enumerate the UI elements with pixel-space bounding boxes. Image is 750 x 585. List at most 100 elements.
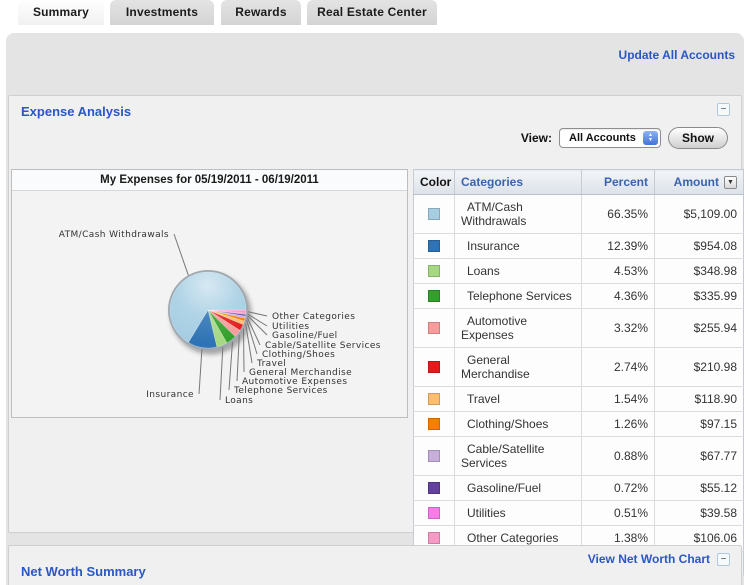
category-cell: Cable/Satellite Services — [455, 437, 582, 476]
column-header-amount[interactable]: Amount ▼ — [655, 170, 744, 195]
category-cell: Gasoline/Fuel — [455, 476, 582, 501]
color-cell — [414, 437, 455, 476]
color-cell — [414, 309, 455, 348]
amount-cell: $210.98 — [655, 348, 744, 387]
color-cell — [414, 284, 455, 309]
pie-slice-label: Telephone Services — [233, 386, 328, 396]
category-color-swatch — [428, 532, 440, 544]
pie-slice-label: General Merchandise — [249, 368, 352, 378]
category-color-swatch — [428, 240, 440, 252]
table-row: Gasoline/Fuel0.72%$55.12 — [414, 476, 744, 501]
category-color-swatch — [428, 290, 440, 302]
category-color-swatch — [428, 208, 440, 220]
view-net-worth-chart-link[interactable]: View Net Worth Chart — [588, 552, 710, 566]
pie-chart: ATM/Cash WithdrawalsInsuranceLoansTeleph… — [12, 191, 407, 417]
category-color-swatch — [428, 482, 440, 494]
pie-callout-line — [246, 324, 252, 363]
percent-cell: 0.88% — [582, 437, 655, 476]
table-row: Travel1.54%$118.90 — [414, 387, 744, 412]
accounts-select[interactable]: All Accounts ▲▼ — [559, 128, 661, 148]
pie-callout-line — [174, 234, 188, 275]
collapse-networth-icon[interactable]: − — [717, 553, 730, 566]
color-cell — [414, 476, 455, 501]
net-worth-section: Net Worth Summary View Net Worth Chart − — [8, 545, 742, 585]
color-cell — [414, 195, 455, 234]
amount-cell: $255.94 — [655, 309, 744, 348]
column-header-categories[interactable]: Categories — [455, 170, 582, 195]
pie-chart-title: My Expenses for 05/19/2011 - 06/19/2011 — [12, 170, 407, 191]
expense-table: Color Categories Percent Amount ▼ ATM/Ca… — [413, 169, 744, 576]
table-row: General Merchandise2.74%$210.98 — [414, 348, 744, 387]
tab-rewards[interactable]: Rewards — [221, 0, 301, 25]
category-cell: Loans — [455, 259, 582, 284]
table-row: Utilities0.51%$39.58 — [414, 501, 744, 526]
pie-slice-label: Gasoline/Fuel — [272, 331, 338, 341]
page: Summary Investments Rewards Real Estate … — [0, 0, 750, 585]
category-color-swatch — [428, 265, 440, 277]
table-row: Loans4.53%$348.98 — [414, 259, 744, 284]
amount-cell: $335.99 — [655, 284, 744, 309]
amount-cell: $348.98 — [655, 259, 744, 284]
expense-analysis-title: Expense Analysis — [21, 104, 131, 119]
pie-slice-label: Travel — [256, 359, 286, 369]
tab-real-estate-center[interactable]: Real Estate Center — [307, 0, 437, 25]
category-color-swatch — [428, 450, 440, 462]
percent-cell: 12.39% — [582, 234, 655, 259]
percent-cell: 66.35% — [582, 195, 655, 234]
amount-cell: $97.15 — [655, 412, 744, 437]
percent-cell: 3.32% — [582, 309, 655, 348]
category-color-swatch — [428, 418, 440, 430]
color-cell — [414, 259, 455, 284]
category-cell: General Merchandise — [455, 348, 582, 387]
percent-cell: 4.53% — [582, 259, 655, 284]
net-worth-title: Net Worth Summary — [21, 564, 146, 579]
color-cell — [414, 501, 455, 526]
view-controls: View: All Accounts ▲▼ Show — [521, 127, 728, 149]
accounts-select-value: All Accounts — [569, 132, 636, 144]
tab-investments[interactable]: Investments — [110, 0, 214, 25]
amount-cell: $67.77 — [655, 437, 744, 476]
category-cell: Telephone Services — [455, 284, 582, 309]
table-row: Cable/Satellite Services0.88%$67.77 — [414, 437, 744, 476]
expense-analysis-section: Expense Analysis − View: All Accounts ▲▼… — [8, 95, 742, 533]
percent-cell: 1.54% — [582, 387, 655, 412]
category-color-swatch — [428, 393, 440, 405]
column-header-percent[interactable]: Percent — [582, 170, 655, 195]
table-row: Telephone Services4.36%$335.99 — [414, 284, 744, 309]
expense-table-body: ATM/Cash Withdrawals66.35%$5,109.00Insur… — [414, 195, 744, 576]
color-cell — [414, 234, 455, 259]
category-cell: ATM/Cash Withdrawals — [455, 195, 582, 234]
category-color-swatch — [428, 322, 440, 334]
tab-summary[interactable]: Summary — [18, 0, 104, 25]
select-stepper-icon: ▲▼ — [643, 131, 658, 145]
pie-slice-label: Other Categories — [272, 312, 355, 322]
pie-slice-label: Cable/Satellite Services — [265, 341, 381, 351]
pie-slice-label: Insurance — [146, 390, 194, 400]
table-row: Clothing/Shoes1.26%$97.15 — [414, 412, 744, 437]
tab-bar: Summary Investments Rewards Real Estate … — [0, 0, 750, 25]
category-cell: Clothing/Shoes — [455, 412, 582, 437]
view-label: View: — [521, 131, 552, 145]
amount-cell: $55.12 — [655, 476, 744, 501]
pie-slice-label: Automotive Expenses — [242, 377, 347, 387]
percent-cell: 1.26% — [582, 412, 655, 437]
category-color-swatch — [428, 361, 440, 373]
pie-callout-line — [199, 350, 202, 395]
category-cell: Automotive Expenses — [455, 309, 582, 348]
pie-callout-line — [244, 329, 245, 373]
amount-cell: $39.58 — [655, 501, 744, 526]
show-button[interactable]: Show — [668, 127, 728, 149]
table-row: Automotive Expenses3.32%$255.94 — [414, 309, 744, 348]
percent-cell: 2.74% — [582, 348, 655, 387]
color-cell — [414, 387, 455, 412]
collapse-expense-icon[interactable]: − — [717, 103, 730, 116]
category-color-swatch — [428, 507, 440, 519]
category-cell: Utilities — [455, 501, 582, 526]
sort-icon[interactable]: ▼ — [724, 176, 737, 189]
amount-cell: $118.90 — [655, 387, 744, 412]
expense-table-header-row: Color Categories Percent Amount ▼ — [414, 170, 744, 195]
category-cell: Insurance — [455, 234, 582, 259]
pie-chart-svg: ATM/Cash WithdrawalsInsuranceLoansTeleph… — [12, 191, 407, 417]
percent-cell: 0.51% — [582, 501, 655, 526]
update-all-accounts-link[interactable]: Update All Accounts — [619, 48, 735, 62]
